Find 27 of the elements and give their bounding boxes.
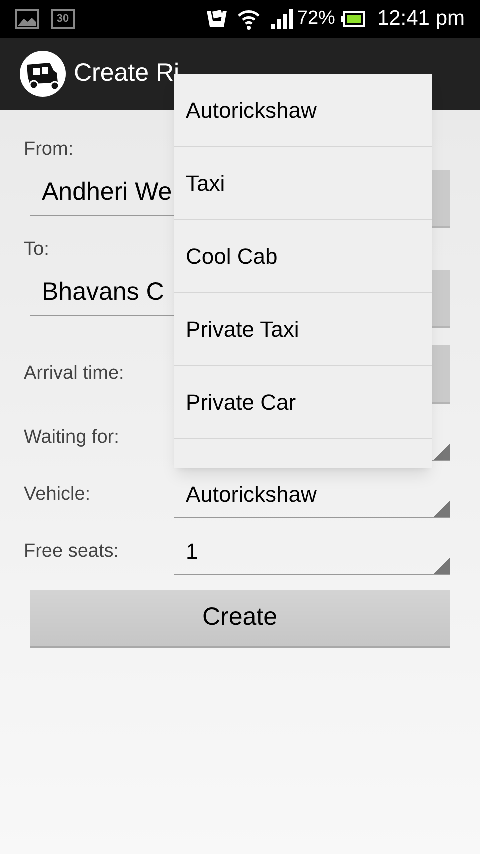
battery-percent: 72% xyxy=(297,6,336,31)
side-button[interactable] xyxy=(432,270,450,328)
menu-item[interactable]: Private Car xyxy=(174,366,432,439)
side-button[interactable] xyxy=(432,170,450,228)
field-value: Andheri We xyxy=(42,176,172,208)
rickshaw-logo-icon[interactable] xyxy=(20,51,66,97)
signal-icon xyxy=(271,9,294,29)
menu-item[interactable]: Autorickshaw xyxy=(174,74,432,147)
side-button[interactable] xyxy=(432,345,450,404)
field-label: Waiting for: xyxy=(24,426,120,450)
field-label: From: xyxy=(24,138,74,162)
create-button[interactable]: Create xyxy=(30,590,450,648)
menu-item[interactable]: Private Taxi xyxy=(174,293,432,366)
field-label: Vehicle: xyxy=(24,482,92,507)
dropdown-field[interactable]: Autorickshaw xyxy=(174,472,450,518)
menu-item[interactable]: Cool Cab xyxy=(174,220,432,293)
calendar-icon: 30 xyxy=(51,9,75,29)
image-icon xyxy=(15,9,39,29)
battery-icon xyxy=(341,11,366,27)
clock-time: 12:41 pm xyxy=(377,6,465,32)
field-value: Bhavans C xyxy=(42,276,164,308)
field-label: Free seats: xyxy=(24,540,120,564)
dropdown-field[interactable]: 1 xyxy=(174,529,450,575)
field-label: Arrival time: xyxy=(24,362,124,386)
menu-item[interactable]: Taxi xyxy=(174,147,432,220)
field-label: To: xyxy=(24,238,50,262)
wifi-icon xyxy=(237,8,262,30)
